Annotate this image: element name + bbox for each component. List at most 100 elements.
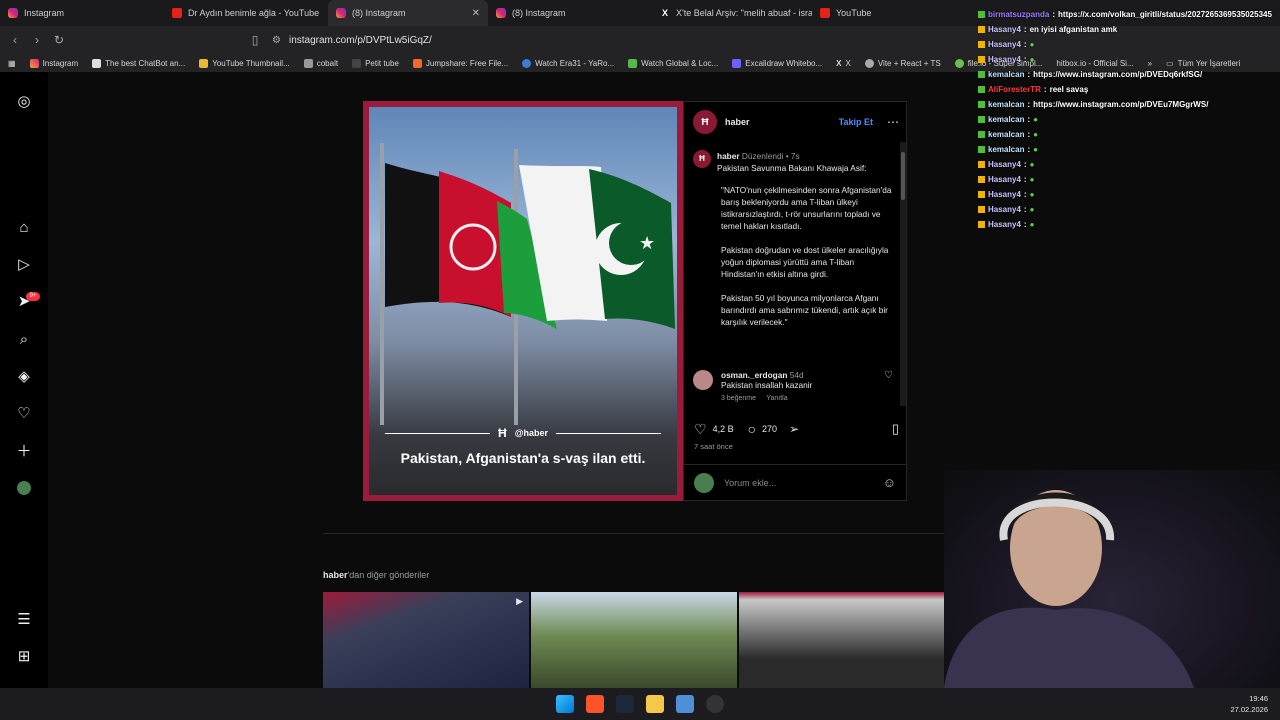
chat-badge (978, 41, 985, 48)
post-actions: ♡ 4,2 B ○ 270 ➢ ▯ (694, 420, 899, 438)
cobalt-icon (303, 58, 313, 68)
tab-instagram-1[interactable]: Instagram (0, 0, 164, 26)
add-comment-input[interactable]: Yorum ekle... (724, 478, 873, 488)
bookmark-instagram[interactable]: Instagram (23, 58, 86, 68)
chat-user: Hasany4 (988, 190, 1021, 199)
more-options-icon[interactable]: ⋯ (887, 115, 899, 129)
chat-emote-icon: ● (1029, 160, 1035, 169)
chat-emote-icon: ● (1029, 220, 1035, 229)
tab-youtube[interactable]: YouTube (812, 0, 962, 26)
post-image[interactable]: ★ Ħ @haber Pakistan, Afganistan'a s-vaş … (363, 101, 683, 501)
caption-avatar[interactable]: Ħ (693, 150, 711, 168)
system-clock[interactable]: 19:46 27.02.2026 (1230, 693, 1268, 715)
commenter-avatar[interactable] (693, 370, 713, 390)
site-info-icon[interactable]: ⚙ (272, 35, 281, 46)
webcam-overlay (944, 470, 1280, 688)
bookmark-era31[interactable]: Watch Era31 - YaRo... (515, 58, 621, 68)
bookmark-chatbot[interactable]: The best ChatBot an... (85, 58, 192, 68)
grid-post-3[interactable] (739, 592, 945, 688)
caption-username[interactable]: haber (717, 151, 740, 161)
forward-icon[interactable]: › (26, 29, 48, 51)
bookmark-youtube-thumbnail[interactable]: YouTube Thumbnail... (192, 58, 297, 68)
tab-instagram-2[interactable]: (8) Instagram (488, 0, 652, 26)
author-username[interactable]: haber (725, 117, 750, 127)
post-image-content: ★ Ħ @haber Pakistan, Afganistan'a s-vaş … (369, 107, 677, 495)
comments-scrollbar[interactable] (900, 142, 906, 406)
caption-line-1: Pakistan Savunma Bakanı Khawaja Asif: (717, 163, 867, 173)
bookmark-excalidraw[interactable]: Excalidraw Whitebo... (725, 58, 829, 68)
steam-icon[interactable] (616, 695, 634, 713)
bookmark-vite[interactable]: Vite + React + TS (858, 58, 948, 68)
chat-text: https://x.com/volkan_giritli/status/2027… (1058, 10, 1272, 19)
like-count[interactable]: 4,2 B (713, 424, 734, 434)
comment-icon[interactable]: ○ (748, 421, 756, 437)
author-avatar[interactable]: Ħ (693, 110, 717, 134)
comment-like-icon[interactable]: ♡ (884, 370, 893, 408)
chat-badge (978, 86, 985, 93)
profile-avatar[interactable] (15, 479, 33, 497)
reels-icon[interactable]: ▷ (15, 255, 33, 273)
bookmark-cobalt[interactable]: cobalt (297, 58, 345, 68)
image-handle: Ħ @haber (385, 426, 661, 440)
follow-button[interactable]: Takip Et (839, 117, 873, 127)
thumbnail-icon (199, 58, 209, 68)
x-icon: X (836, 58, 842, 68)
clock-time: 19:46 (1249, 694, 1268, 703)
chat-message: Hasany4: ● (978, 172, 1278, 187)
tab-youtube-dr-aydin[interactable]: Dr Aydın benimle ağla - YouTube (164, 0, 328, 26)
current-user-avatar (694, 472, 714, 493)
url-text: instagram.com/p/DVPtLw5iGqZ/ (288, 34, 432, 46)
stream-chat-overlay: birmatsuzpanda: https://x.com/volkan_giri… (978, 7, 1278, 232)
windows-start-icon[interactable] (556, 695, 574, 713)
chat-badge (978, 116, 985, 123)
reel-icon: ▶ (516, 596, 523, 606)
close-tab-icon[interactable]: ✕ (472, 8, 480, 19)
emoji-icon[interactable]: ☺ (883, 475, 896, 490)
tab-x-belal[interactable]: X X'te Belal Arşiv: "melih abuaf - israil… (652, 0, 812, 26)
explore-icon[interactable]: ◈ (15, 367, 33, 385)
file-explorer-icon[interactable] (646, 695, 664, 713)
grid-post-1[interactable]: ▶ (323, 592, 529, 688)
like-icon[interactable]: ♡ (694, 421, 707, 438)
chat-message: Hasany4: ● (978, 157, 1278, 172)
chat-badge (978, 131, 985, 138)
instagram-icon (29, 58, 39, 68)
scrollbar-thumb[interactable] (901, 152, 905, 200)
notifications-heart-icon[interactable]: ♡ (15, 404, 33, 422)
apps-icon[interactable]: ▦ (0, 59, 23, 68)
tab-instagram-active[interactable]: (8) Instagram ✕ (328, 0, 488, 26)
chat-user: kemalcan (988, 70, 1025, 79)
youtube-icon (820, 8, 830, 18)
share-icon[interactable]: ➢ (789, 422, 799, 436)
search-icon[interactable]: ⌕ (15, 330, 33, 348)
menu-icon[interactable]: ☰ (15, 610, 33, 628)
comment-reply-button[interactable]: Yanıtla (766, 395, 787, 402)
home-icon[interactable]: ⌂ (15, 218, 33, 236)
chat-user: Hasany4 (988, 175, 1021, 184)
bookmark-watch-global[interactable]: Watch Global & Loc... (621, 58, 725, 68)
chat-message: Hasany4: ● (978, 187, 1278, 202)
bookmark-icon[interactable]: ▯ (244, 29, 266, 51)
chat-badge (978, 206, 985, 213)
bookmark-x[interactable]: XX (829, 59, 858, 68)
reload-icon[interactable]: ↻ (48, 29, 70, 51)
add-comment-bar: Yorum ekle... ☺ (684, 464, 906, 500)
commenter-username[interactable]: osman._erdogan (721, 370, 787, 380)
chat-message: kemalcan: https://www.instagram.com/p/DVE… (978, 67, 1278, 82)
chat-message: Hasany4: ● (978, 37, 1278, 52)
comment-likes[interactable]: 3 beğenme (721, 395, 756, 402)
bookmark-petit-tube[interactable]: Petit tube (345, 58, 406, 68)
create-plus-icon[interactable]: ＋ (15, 441, 33, 460)
back-icon[interactable]: ‹ (4, 29, 26, 51)
save-icon[interactable]: ▯ (892, 421, 899, 437)
url-field[interactable]: ⚙ instagram.com/p/DVPtLw5iGqZ/ (272, 31, 432, 49)
obs-icon[interactable] (706, 695, 724, 713)
instagram-logo-icon[interactable]: ◎ (15, 92, 33, 110)
more-apps-icon[interactable]: ⊞ (15, 647, 33, 665)
comment-count[interactable]: 270 (762, 424, 777, 434)
more-posts-user[interactable]: haber (323, 570, 348, 580)
brave-browser-icon[interactable] (586, 695, 604, 713)
bookmark-jumpshare[interactable]: Jumpshare: Free File... (406, 58, 515, 68)
store-icon[interactable] (676, 695, 694, 713)
grid-post-2[interactable] (531, 592, 737, 688)
